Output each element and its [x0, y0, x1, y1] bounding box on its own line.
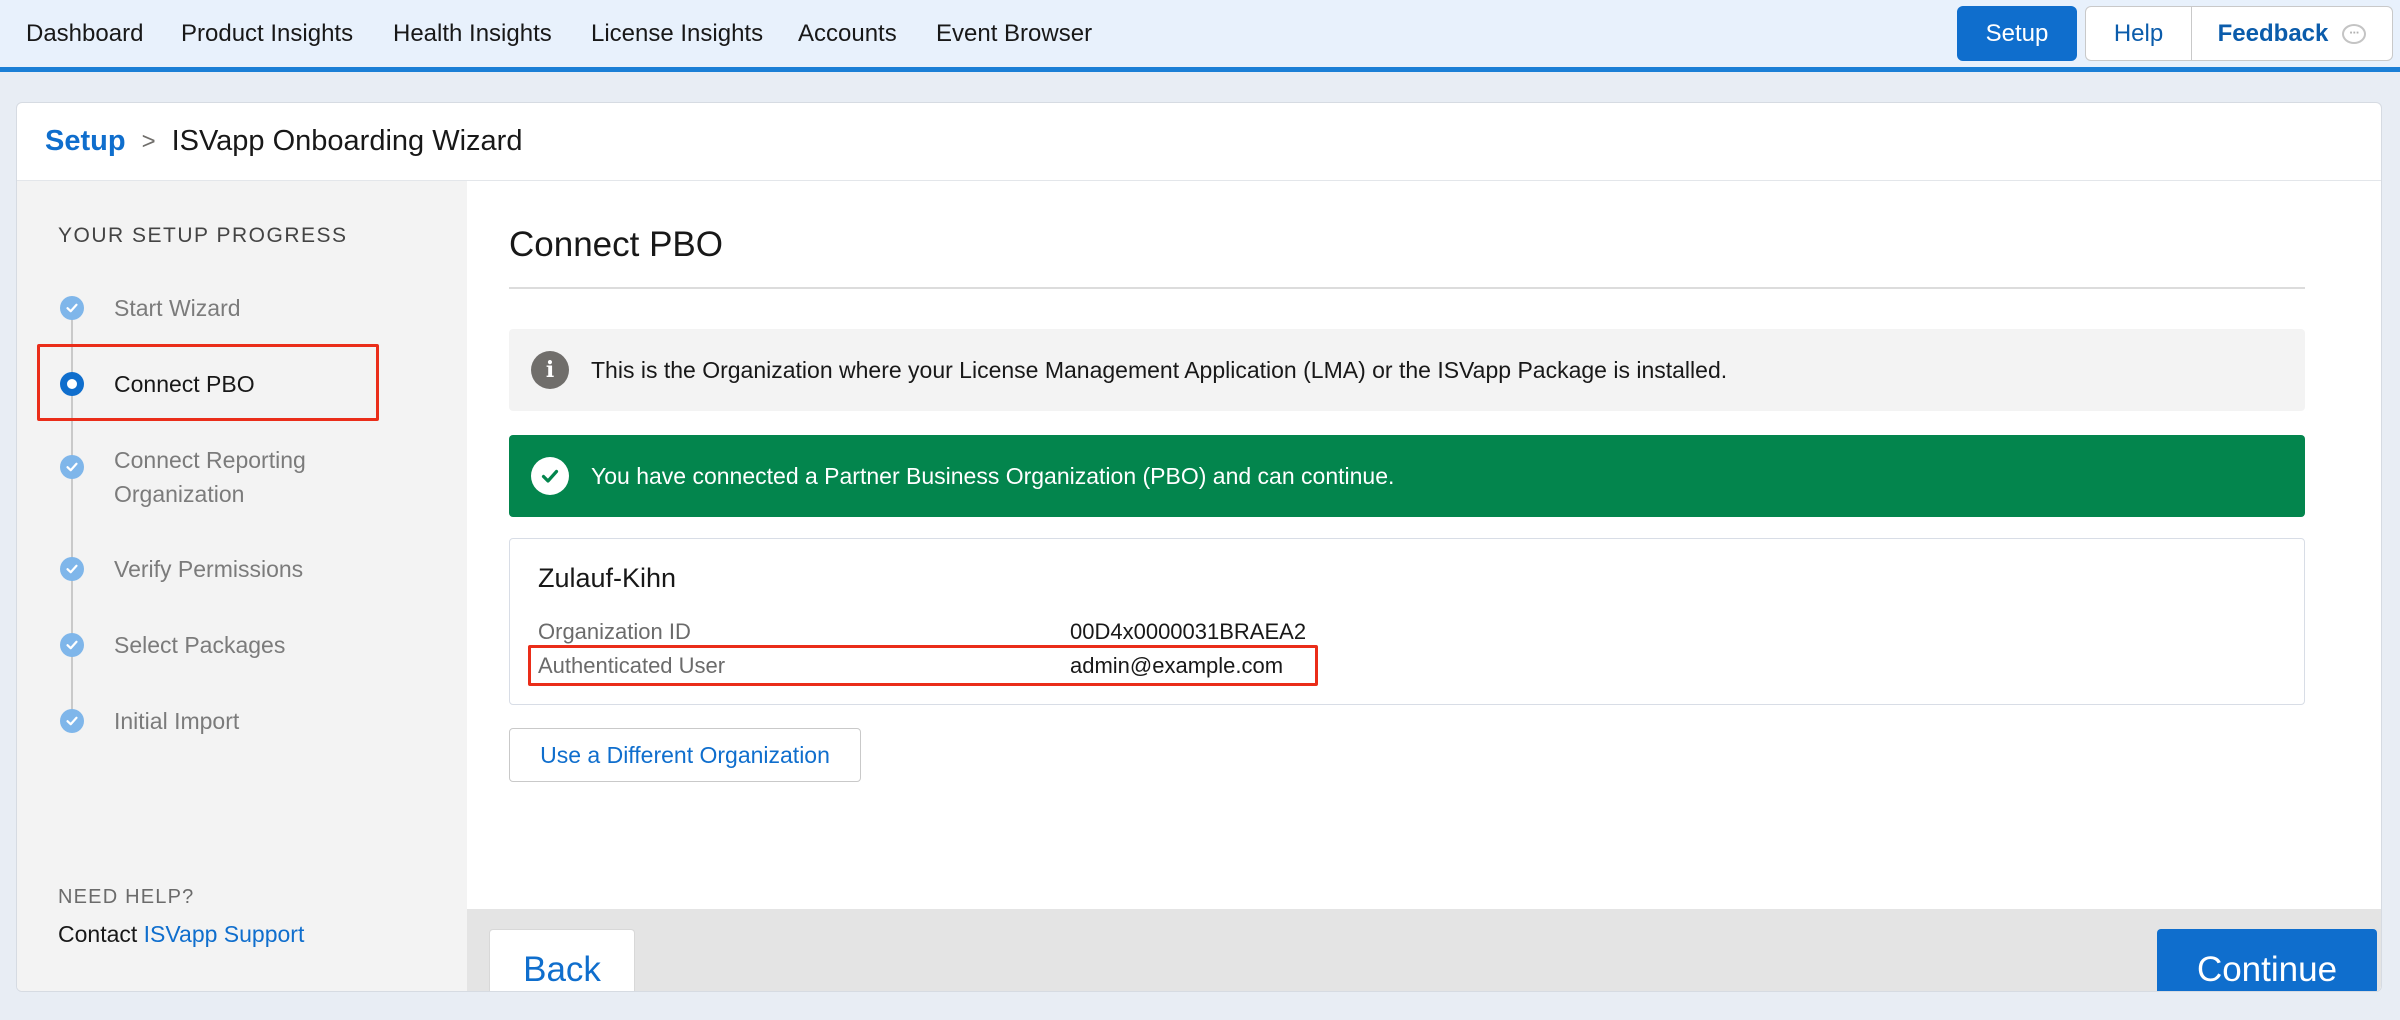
- page-title: Connect PBO: [509, 225, 723, 264]
- organization-name: Zulauf-Kihn: [538, 563, 677, 593]
- wizard-footer: Back Continue: [467, 909, 2381, 991]
- authenticated-user-value: admin@example.com: [1070, 653, 1284, 678]
- nav-item-health-insights[interactable]: Health Insights: [393, 20, 552, 48]
- check-icon: [60, 633, 84, 657]
- current-step-icon: [60, 372, 84, 396]
- progress-line: [71, 309, 73, 719]
- setup-progress-heading: YOUR SETUP PROGRESS: [58, 224, 348, 247]
- success-check-icon: [531, 457, 569, 495]
- top-navigation-bar: Dashboard Product Insights Health Insigh…: [0, 0, 2400, 72]
- nav-item-event-browser[interactable]: Event Browser: [936, 20, 1092, 48]
- nav-item-product-insights[interactable]: Product Insights: [181, 20, 353, 48]
- breadcrumb-current: ISVapp Onboarding Wizard: [171, 125, 523, 157]
- success-message: You have connected a Partner Business Or…: [591, 462, 1395, 489]
- help-button[interactable]: Help: [2086, 7, 2192, 60]
- step-label: Connect Reporting: [114, 447, 306, 473]
- chat-bubble-icon: ⋯: [2342, 23, 2367, 44]
- step-label: Initial Import: [114, 708, 240, 734]
- info-message: This is the Organization where your Lice…: [591, 356, 1728, 383]
- step-label: Start Wizard: [114, 295, 241, 321]
- continue-button[interactable]: Continue: [2157, 929, 2377, 991]
- wizard-card: Setup > ISVapp Onboarding Wizard YOUR SE…: [16, 102, 2382, 992]
- check-icon: [60, 455, 84, 479]
- check-icon: [60, 709, 84, 733]
- success-banner: You have connected a Partner Business Or…: [509, 435, 2305, 517]
- feedback-label: Feedback: [2217, 19, 2329, 47]
- authenticated-user-label: Authenticated User: [538, 653, 726, 678]
- step-label: Select Packages: [114, 632, 286, 658]
- breadcrumb: Setup > ISVapp Onboarding Wizard: [17, 103, 2381, 181]
- title-divider: [509, 287, 2305, 289]
- setup-progress-sidebar: YOUR SETUP PROGRESS Start Wizard Connect…: [17, 181, 467, 991]
- organization-id-label: Organization ID: [538, 619, 691, 644]
- main-content: Connect PBO i This is the Organization w…: [467, 181, 2381, 991]
- contact-support: Contact ISVapp Support: [58, 921, 304, 948]
- breadcrumb-setup-link[interactable]: Setup: [45, 125, 126, 158]
- info-icon: i: [531, 351, 569, 389]
- feedback-button[interactable]: Feedback ⋯: [2192, 7, 2392, 60]
- breadcrumb-separator: >: [141, 127, 156, 155]
- setup-button[interactable]: Setup: [1957, 6, 2077, 61]
- use-different-organization-button[interactable]: Use a Different Organization: [509, 728, 861, 782]
- step-label: Connect PBO: [114, 371, 255, 397]
- organization-card: Zulauf-Kihn Organization ID 00D4x0000031…: [509, 538, 2305, 705]
- nav-item-dashboard[interactable]: Dashboard: [26, 20, 143, 48]
- check-icon: [60, 296, 84, 320]
- step-label: Verify Permissions: [114, 556, 304, 582]
- nav-item-accounts[interactable]: Accounts: [798, 20, 897, 48]
- back-button[interactable]: Back: [489, 929, 635, 991]
- organization-id-value: 00D4x0000031BRAEA2: [1070, 619, 1307, 644]
- contact-prefix: Contact: [58, 921, 138, 947]
- support-link[interactable]: ISVapp Support: [144, 921, 305, 947]
- info-banner: i This is the Organization where your Li…: [509, 329, 2305, 411]
- nav-item-license-insights[interactable]: License Insights: [591, 20, 763, 48]
- need-help-heading: NEED HELP?: [58, 886, 195, 908]
- step-label-line-2: Organization: [114, 481, 245, 507]
- help-feedback-button-group: Help Feedback ⋯: [2085, 6, 2393, 61]
- check-icon: [60, 557, 84, 581]
